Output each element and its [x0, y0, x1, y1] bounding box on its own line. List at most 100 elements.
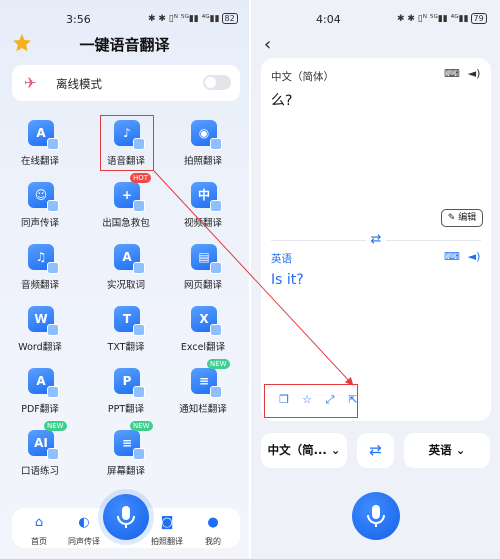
translate-sub-icon: [210, 262, 222, 274]
tool-badge: NEW: [44, 421, 67, 431]
battery-icon: 79: [470, 13, 487, 24]
tool-icon: +: [114, 182, 145, 212]
source-text[interactable]: 么?: [271, 90, 292, 110]
tool-tile[interactable]: ☺ 同声传译: [0, 177, 80, 237]
tool-icon: ≡: [191, 368, 222, 398]
offline-mode-toggle[interactable]: [203, 75, 231, 90]
swap-arrows-icon[interactable]: ⇄: [366, 232, 386, 248]
nav-label: 拍照翻译: [151, 537, 183, 546]
tool-label: PPT翻译: [107, 404, 145, 415]
mic-button[interactable]: [352, 492, 400, 540]
translate-sub-icon: [210, 386, 222, 398]
keyboard-icon[interactable]: ⌨: [444, 250, 460, 264]
highlight-box-voice: [100, 115, 154, 171]
tool-tile[interactable]: + 出国急救包 HOT: [86, 173, 166, 237]
translate-sub-icon: [47, 138, 59, 150]
nav-item[interactable]: ● 我的: [188, 508, 238, 548]
tool-tile[interactable]: A 实况取词: [86, 239, 166, 299]
battery-icon: 82: [221, 13, 238, 24]
status-time: 3:56: [66, 13, 91, 26]
tool-icon: T: [114, 306, 145, 336]
chevron-down-icon: ⌄: [455, 443, 466, 457]
tool-tile[interactable]: A 在线翻译: [0, 115, 80, 175]
tool-icon: A: [28, 120, 59, 150]
status-icons: ✱ ✱ ▯ᴺ ⁵ᴳ▮▮ ⁴ᴳ▮▮ 82: [148, 13, 238, 24]
home-screen: 3:56 ✱ ✱ ▯ᴺ ⁵ᴳ▮▮ ⁴ᴳ▮▮ 82 一键语音翻译 ✈ 离线模式 A在…: [0, 0, 249, 559]
status-time: 4:04: [316, 13, 341, 26]
status-icons: ✱ ✱ ▯ᴺ ⁵ᴳ▮▮ ⁴ᴳ▮▮ 79: [397, 13, 487, 24]
airplane-icon: ✈: [24, 74, 37, 92]
offline-mode-label: 离线模式: [56, 77, 102, 91]
tool-label: 视频翻译: [183, 218, 222, 229]
tool-tile[interactable]: A PDF翻译: [0, 363, 80, 423]
tool-tile[interactable]: W Word翻译: [0, 301, 80, 361]
translate-sub-icon: [210, 138, 222, 150]
tool-label: 同声传译: [20, 218, 59, 229]
translation-card: 中文（简体） ⌨ ◄) 么? ✎ 编辑 ⇄ 英语 ⌨ ◄) Is it? ❐ ☆…: [261, 58, 491, 421]
page-title: 一键语音翻译: [79, 36, 170, 54]
tool-label: TXT翻译: [107, 342, 145, 353]
tool-tile[interactable]: ◉ 拍照翻译: [163, 115, 243, 175]
tool-tile[interactable]: 中视频翻译: [163, 177, 243, 237]
source-language-value: 中文（简...: [267, 443, 327, 457]
tool-icon: ◉: [191, 120, 222, 150]
camera-icon: ◙: [160, 515, 174, 530]
status-bar: 4:04 ✱ ✱ ▯ᴺ ⁵ᴳ▮▮ ⁴ᴳ▮▮ 79: [251, 0, 500, 30]
tool-icon: ♫: [28, 244, 59, 274]
translate-sub-icon: [47, 200, 59, 212]
source-language-label: 中文（简体）: [271, 71, 334, 83]
nav-label: 我的: [205, 537, 221, 546]
translate-sub-icon: [47, 262, 59, 274]
swap-language-button[interactable]: ⇄: [357, 433, 394, 468]
translate-sub-icon: [133, 262, 145, 274]
nav-item[interactable]: ⌂ 首页: [14, 508, 64, 548]
nav-label: 同声传译: [68, 537, 100, 546]
edit-button-label: 编辑: [458, 213, 477, 223]
translated-text: Is it?: [271, 272, 304, 288]
edit-button[interactable]: ✎ 编辑: [441, 209, 483, 227]
tool-tile[interactable]: AI 口语练习 NEW: [0, 421, 80, 485]
tool-badge: NEW: [130, 421, 153, 431]
tool-tile[interactable]: ▤ 网页翻译: [163, 239, 243, 299]
back-icon[interactable]: ‹: [264, 34, 271, 55]
keyboard-icon[interactable]: ⌨: [444, 67, 460, 81]
simul-icon: ◐: [78, 515, 90, 530]
tool-tile[interactable]: T TXT翻译: [86, 301, 166, 361]
speaker-icon[interactable]: ◄): [467, 250, 481, 264]
tool-label: 通知栏翻译: [179, 404, 227, 415]
target-language-picker[interactable]: 英语 ⌄: [404, 433, 490, 468]
tool-icon: AI: [28, 430, 59, 460]
mic-button[interactable]: [103, 494, 149, 540]
nav-item[interactable]: ◙ 拍照翻译: [142, 508, 192, 548]
tool-tile[interactable]: ≡ 通知栏翻译 NEW: [163, 359, 243, 423]
translate-sub-icon: [47, 324, 59, 336]
tool-icon: ☺: [28, 182, 59, 212]
translate-sub-icon: [133, 324, 145, 336]
tool-icon: W: [28, 306, 59, 336]
tool-label: 在线翻译: [20, 156, 59, 167]
tool-icon: A: [28, 368, 59, 398]
translate-sub-icon: [210, 200, 222, 212]
tool-label: 网页翻译: [183, 280, 222, 291]
tool-tile[interactable]: P PPT翻译: [86, 363, 166, 423]
tool-tile[interactable]: X Excel翻译: [163, 301, 243, 361]
offline-mode-row[interactable]: ✈ 离线模式: [12, 65, 240, 101]
nav-item[interactable]: ◐ 同声传译: [59, 508, 109, 548]
translate-sub-icon: [133, 200, 145, 212]
tool-label: Word翻译: [18, 342, 62, 353]
profile-icon: ●: [207, 515, 219, 530]
tool-icon: P: [114, 368, 145, 398]
tool-label: 出国急救包: [102, 218, 150, 229]
speaker-icon[interactable]: ◄): [467, 67, 481, 81]
tool-label: Excel翻译: [180, 342, 226, 353]
tool-icon: ≡: [114, 430, 145, 460]
tool-tile[interactable]: ♫ 音频翻译: [0, 239, 80, 299]
tool-tile[interactable]: ≡ 屏幕翻译 NEW: [86, 421, 166, 485]
tool-label: 屏幕翻译: [106, 466, 145, 477]
tool-label: 音频翻译: [20, 280, 59, 291]
tool-icon: 中: [191, 182, 222, 212]
tool-icon: X: [191, 306, 222, 336]
translate-sub-icon: [47, 448, 59, 460]
source-language-picker[interactable]: 中文（简... ⌄: [261, 433, 347, 468]
chevron-down-icon: ⌄: [330, 443, 341, 457]
